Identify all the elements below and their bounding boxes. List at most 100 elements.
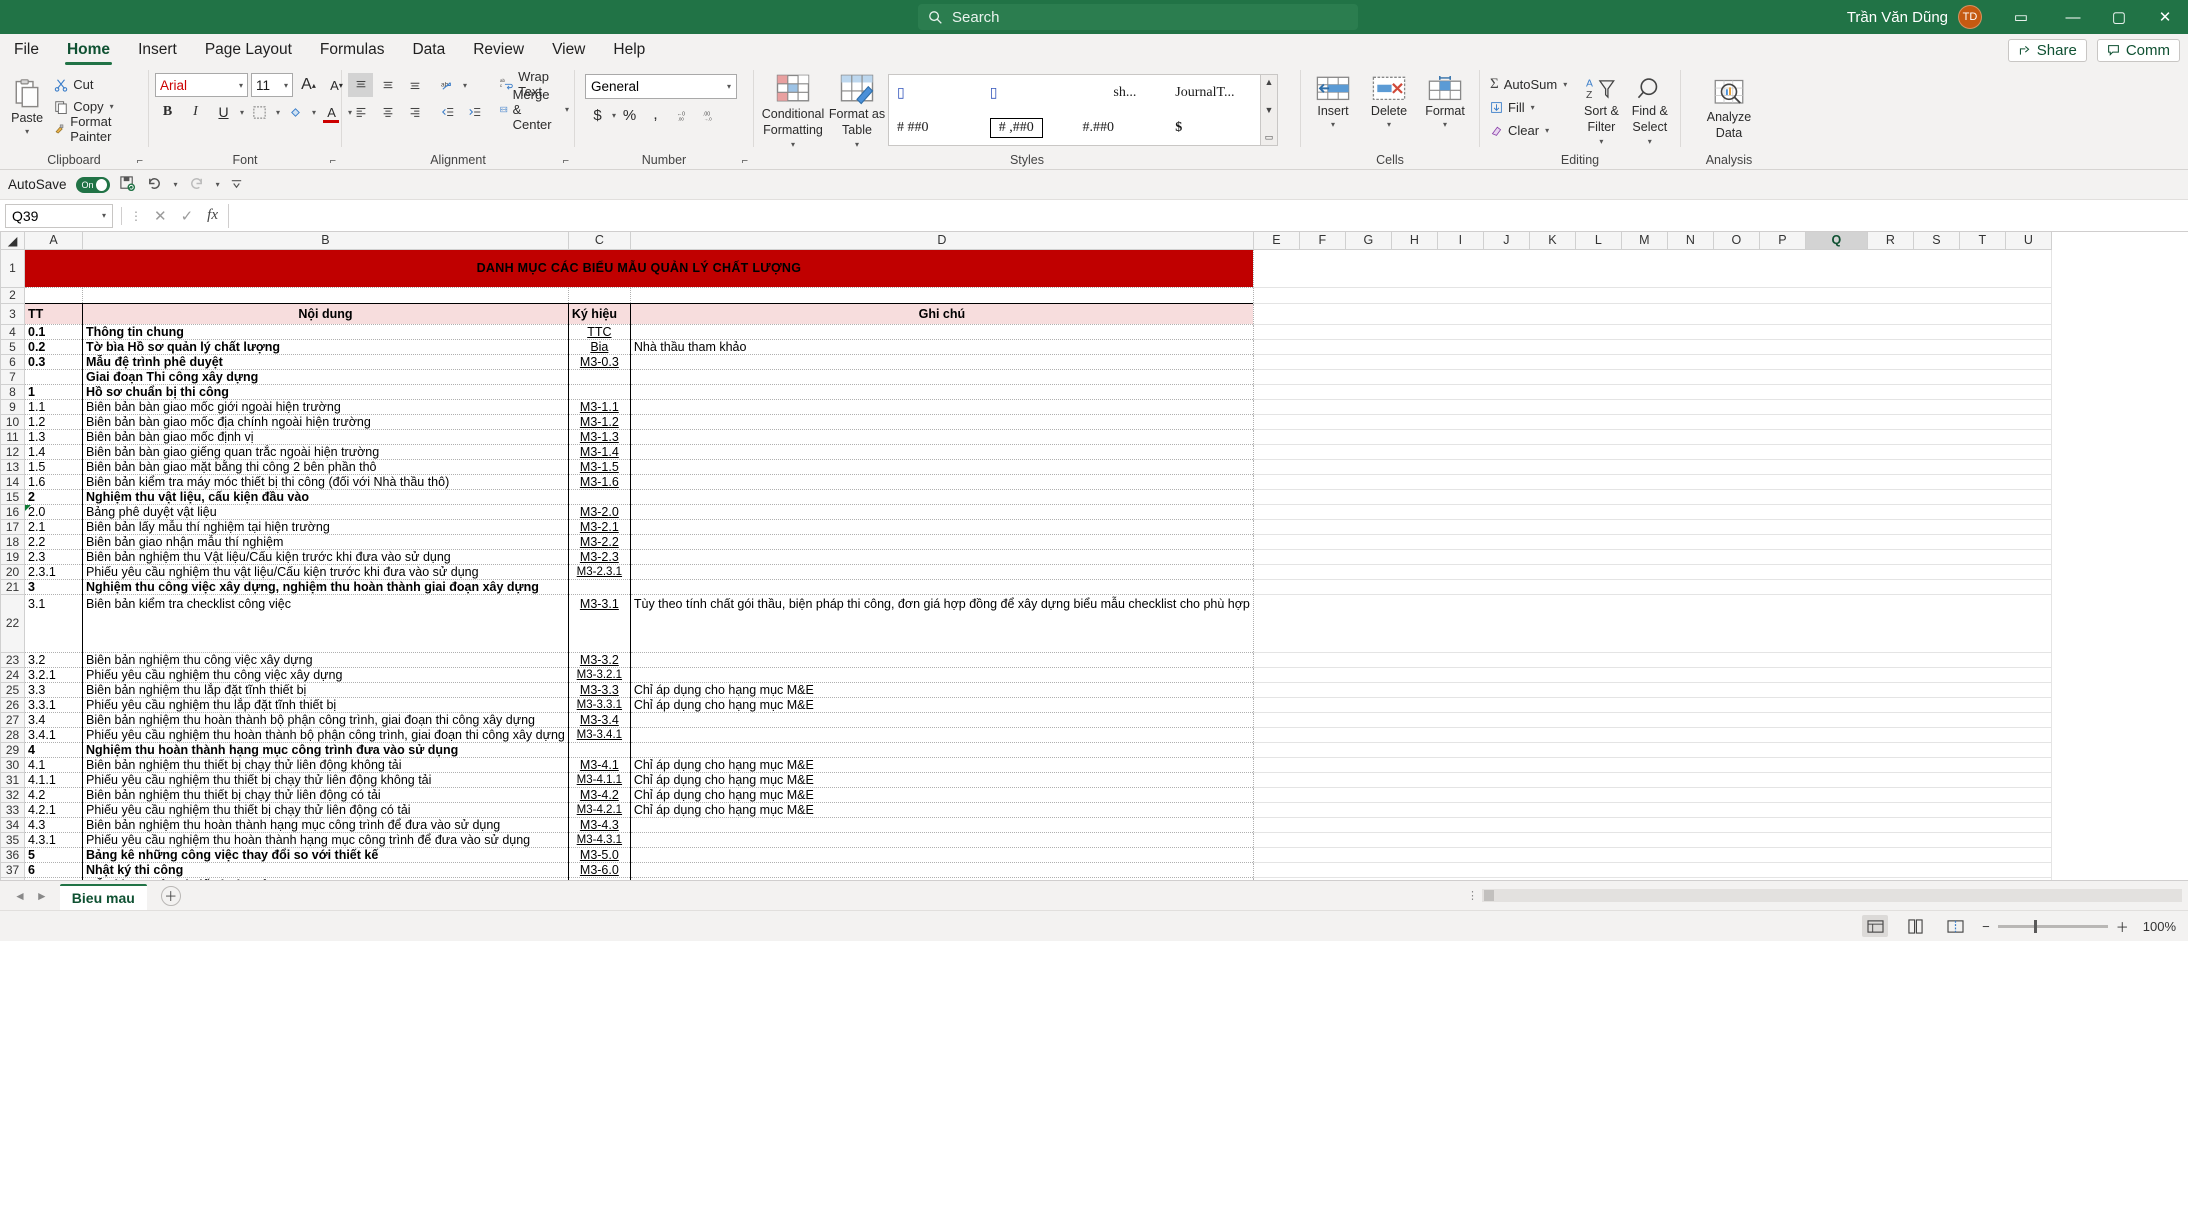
fill-color-button[interactable] xyxy=(283,100,308,124)
format-cells-button[interactable]: Format ▾ xyxy=(1419,74,1471,129)
cell-B26[interactable]: Phiếu yêu cầu nghiệm thu lắp đặt tĩnh th… xyxy=(82,697,569,713)
cell-D31[interactable]: Chỉ áp dụng cho hạng mục M&E xyxy=(629,772,1254,788)
cell-D13[interactable] xyxy=(629,459,1254,475)
row-12-empty[interactable] xyxy=(1253,444,2052,460)
cancel-formula-button[interactable]: ✕ xyxy=(154,207,167,225)
sheet-tab-bieu-mau[interactable]: Bieu mau xyxy=(59,883,147,910)
customize-quick-access-toolbar-button[interactable] xyxy=(229,176,244,194)
row-header-5[interactable]: 5 xyxy=(0,338,25,355)
percent-style-button[interactable]: % xyxy=(617,103,642,127)
cell-C9[interactable]: M3-1.1 xyxy=(567,399,631,415)
cell-C33[interactable]: M3-4.2.1 xyxy=(567,802,631,818)
row-header-7[interactable]: 7 xyxy=(0,368,25,385)
tab-page-layout[interactable]: Page Layout xyxy=(191,37,306,65)
column-header-Q[interactable]: Q xyxy=(1804,232,1868,250)
merge-center-chevron-down-icon[interactable]: ▾ xyxy=(565,105,569,114)
cell-C15[interactable] xyxy=(567,489,631,505)
cell-C30[interactable]: M3-4.1 xyxy=(567,757,631,773)
table-row[interactable]: 33 4.2.1 Phiếu yêu cầu nghiệm thu thiết … xyxy=(0,801,2052,818)
font-name-input[interactable]: Arial ▾ xyxy=(155,73,248,97)
decrease-indent-button[interactable] xyxy=(435,100,460,124)
banner-title-cell[interactable]: DANH MỤC CÁC BIỂU MẪU QUẢN LÝ CHẤT LƯỢNG xyxy=(24,248,1254,288)
cell-C27[interactable]: M3-3.4 xyxy=(567,712,631,728)
table-row[interactable]: 22 3.1 Biên bản kiểm tra checklist công … xyxy=(0,593,2052,653)
table-row[interactable]: 21 3 Nghiệm thu công việc xây dựng, nghi… xyxy=(0,578,2052,595)
row-8-empty[interactable] xyxy=(1253,384,2052,400)
format-chevron-down-icon[interactable]: ▾ xyxy=(1443,120,1447,129)
row-13-empty[interactable] xyxy=(1253,459,2052,475)
row-header-12[interactable]: 12 xyxy=(0,443,25,460)
cell-B34[interactable]: Biên bản nghiệm thu hoàn thành hạng mục … xyxy=(82,817,569,833)
column-header-T[interactable]: T xyxy=(1958,232,2006,250)
table-row[interactable]: 3 TT Nội dung Ký hiệu Ghi chú xyxy=(0,302,2052,325)
scroll-grip-icon[interactable]: ⋮ xyxy=(1467,889,1478,902)
column-header-D[interactable]: D xyxy=(629,232,1254,250)
row-36-empty[interactable] xyxy=(1253,847,2052,863)
cell-C12[interactable]: M3-1.4 xyxy=(567,444,631,460)
cell-styles-gallery[interactable]: ▯ ▯ sh... JournalT... # ##0 # ,##0 #.##0… xyxy=(888,74,1278,146)
cell-C20[interactable]: M3-2.3.1 xyxy=(567,564,631,580)
column-header-I[interactable]: I xyxy=(1436,232,1484,250)
cell-C29[interactable] xyxy=(567,742,631,758)
next-sheet-button[interactable]: ► xyxy=(36,889,48,903)
cell-C22[interactable]: M3-3.1 xyxy=(567,594,631,653)
insert-cells-button[interactable]: Insert ▾ xyxy=(1307,74,1359,129)
row-header-15[interactable]: 15 xyxy=(0,488,25,505)
cell-A31[interactable]: 4.1.1 xyxy=(24,772,83,788)
cell-D18[interactable] xyxy=(629,534,1254,550)
cell-D30[interactable]: Chỉ áp dụng cho hạng mục M&E xyxy=(629,757,1254,773)
normal-view-button[interactable] xyxy=(1862,915,1889,937)
tab-formulas[interactable]: Formulas xyxy=(306,37,399,65)
table-row[interactable]: 7 Giai đoạn Thi công xây dựng xyxy=(0,368,2052,385)
cell-D28[interactable] xyxy=(629,727,1254,743)
row-header-3[interactable]: 3 xyxy=(0,302,25,325)
tab-review[interactable]: Review xyxy=(459,37,538,65)
cell-C36[interactable]: M3-5.0 xyxy=(567,847,631,863)
cell-C17[interactable]: M3-2.1 xyxy=(567,519,631,535)
styles-more-icon[interactable]: ▭ xyxy=(1265,132,1274,143)
table-row[interactable]: 28 3.4.1 Phiếu yêu cầu nghiệm thu hoàn t… xyxy=(0,726,2052,743)
row-header-17[interactable]: 17 xyxy=(0,518,25,535)
cell-C18[interactable]: M3-2.2 xyxy=(567,534,631,550)
row-28-empty[interactable] xyxy=(1253,727,2052,743)
cell-B11[interactable]: Biên bản bàn giao mốc định vị xyxy=(82,429,569,445)
column-header-G[interactable]: G xyxy=(1344,232,1392,250)
row-header-26[interactable]: 26 xyxy=(0,696,25,713)
cell-A7[interactable] xyxy=(24,369,83,385)
column-header-E[interactable]: E xyxy=(1252,232,1300,250)
row-14-empty[interactable] xyxy=(1253,474,2052,490)
cell-A15[interactable]: 2 xyxy=(24,489,83,505)
cell-A8[interactable]: 1 xyxy=(24,384,83,400)
cell-style-3[interactable]: sh... xyxy=(1075,75,1168,110)
row-header-9[interactable]: 9 xyxy=(0,398,25,415)
table-row[interactable]: 34 4.3 Biên bản nghiệm thu hoàn thành hạ… xyxy=(0,816,2052,833)
table-row[interactable]: 8 1 Hồ sơ chuẩn bị thi công xyxy=(0,383,2052,400)
cell-A26[interactable]: 3.3.1 xyxy=(24,697,83,713)
table-row[interactable]: 5 0.2 Tờ bìa Hồ sơ quản lý chất lượng Bi… xyxy=(0,338,2052,355)
row-2-empty[interactable] xyxy=(1253,287,2052,304)
cell-B2[interactable] xyxy=(82,287,569,304)
cell-A19[interactable]: 2.3 xyxy=(24,549,83,565)
table-row[interactable]: 20 2.3.1 Phiếu yêu cầu nghiệm thu vật li… xyxy=(0,563,2052,580)
row-header-29[interactable]: 29 xyxy=(0,741,25,758)
column-header-J[interactable]: J xyxy=(1482,232,1530,250)
zoom-level-label[interactable]: 100% xyxy=(2143,919,2176,934)
row-header-24[interactable]: 24 xyxy=(0,666,25,683)
close-button[interactable]: ✕ xyxy=(2142,0,2188,34)
cell-C14[interactable]: M3-1.6 xyxy=(567,474,631,490)
cell-B38[interactable]: Mẫu khung tên và dấu hoàn công xyxy=(82,877,569,880)
align-left-button[interactable] xyxy=(348,100,373,124)
autosum-chevron-down-icon[interactable]: ▾ xyxy=(1563,80,1567,89)
cell-D37[interactable] xyxy=(629,862,1254,878)
format-painter-button[interactable]: Format Painter xyxy=(50,114,142,144)
spreadsheet-grid[interactable]: ◢ A B C D E F G H I J K L M N O P Q R S … xyxy=(0,232,2188,880)
enter-formula-button[interactable]: ✓ xyxy=(181,207,194,225)
row-38-empty[interactable] xyxy=(1253,877,2052,880)
comma-style-button[interactable]: , xyxy=(643,103,668,127)
page-layout-view-button[interactable] xyxy=(1902,915,1928,937)
table-row[interactable]: 1 DANH MỤC CÁC BIỂU MẪU QUẢN LÝ CHẤT LƯỢ… xyxy=(0,248,2052,288)
cell-B6[interactable]: Mẫu đệ trình phê duyệt xyxy=(82,354,569,370)
header-cell-ghi-chu[interactable]: Ghi chú xyxy=(629,302,1254,325)
font-name-chevron-down-icon[interactable]: ▾ xyxy=(239,81,243,90)
cell-A13[interactable]: 1.5 xyxy=(24,459,83,475)
